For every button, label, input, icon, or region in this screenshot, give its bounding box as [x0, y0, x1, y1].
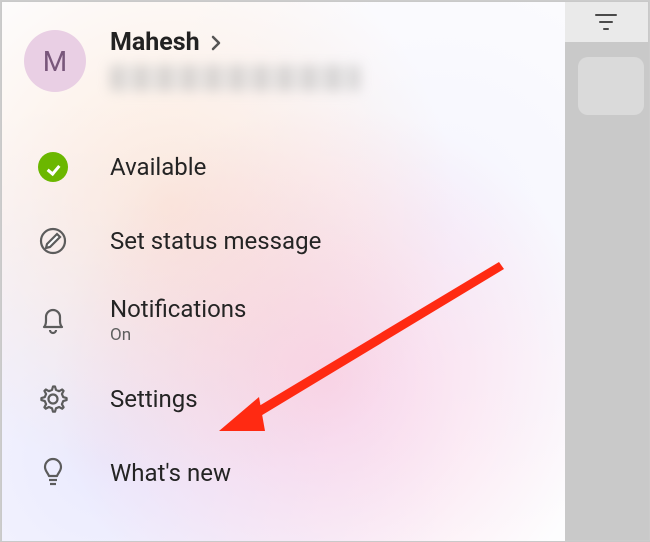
profile-subtext-redacted — [110, 65, 360, 91]
menu-list: Available Set status message — [2, 130, 565, 510]
menu-item-whats-new[interactable]: What's new — [2, 436, 565, 510]
avatar-initial: M — [43, 45, 67, 78]
background-card — [578, 57, 644, 115]
lightbulb-icon — [36, 456, 70, 490]
edit-status-icon — [36, 224, 70, 258]
chevron-right-icon — [210, 34, 222, 52]
menu-item-label: Notifications — [110, 295, 246, 324]
menu-item-label: What's new — [110, 459, 231, 488]
menu-item-notifications[interactable]: Notifications On — [2, 278, 565, 362]
menu-item-label: Settings — [110, 385, 198, 414]
menu-item-settings[interactable]: Settings — [2, 362, 565, 436]
profile-name: Mahesh — [110, 28, 200, 57]
status-available-icon — [36, 150, 70, 184]
profile-name-row: Mahesh — [110, 28, 360, 57]
menu-item-set-status[interactable]: Set status message — [2, 204, 565, 278]
filter-icon — [595, 13, 617, 31]
account-menu-panel: M Mahesh Available — [2, 2, 565, 541]
screenshot-frame: M Mahesh Available — [0, 0, 650, 541]
menu-item-status[interactable]: Available — [2, 130, 565, 204]
profile-row[interactable]: M Mahesh — [24, 28, 549, 108]
filter-button[interactable] — [564, 2, 648, 42]
gear-icon — [36, 382, 70, 416]
bell-icon — [36, 303, 70, 337]
background-right-strip — [564, 2, 648, 541]
menu-item-label: Available — [110, 153, 206, 182]
menu-item-sub: On — [110, 325, 246, 345]
menu-item-label: Set status message — [110, 227, 321, 256]
avatar: M — [24, 30, 86, 92]
profile-text: Mahesh — [110, 28, 360, 91]
